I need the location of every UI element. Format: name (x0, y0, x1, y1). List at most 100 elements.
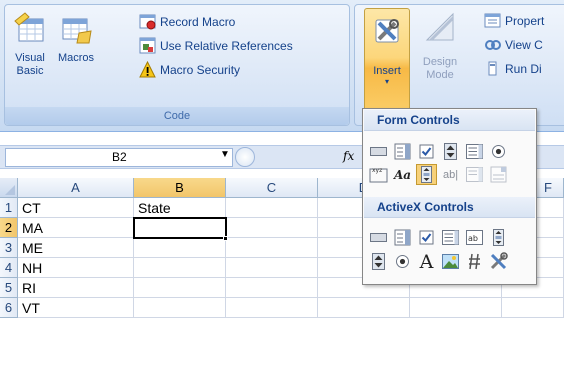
scroll-bar-icon[interactable] (416, 164, 437, 185)
column-header-c[interactable]: C (226, 178, 318, 198)
code-group: Visual Basic Macros Record Macro Use Rel… (4, 4, 350, 126)
macros-icon (62, 18, 92, 44)
group-box-icon[interactable]: xyz (368, 164, 389, 185)
cell-a5[interactable]: RI (18, 278, 134, 298)
macros-button[interactable]: Macros (53, 11, 99, 65)
visual-basic-icon (14, 12, 44, 42)
run-dialog-button[interactable]: Run Di (484, 58, 542, 79)
list-box-icon[interactable] (464, 141, 485, 162)
image-icon[interactable] (440, 251, 461, 272)
check-box-icon[interactable] (416, 141, 437, 162)
tools-icon (375, 19, 399, 43)
cell-d6[interactable] (318, 298, 410, 318)
properties-icon (484, 13, 501, 28)
chevron-down-icon[interactable]: ▼ (220, 149, 230, 160)
cell-b5[interactable] (134, 278, 226, 298)
cell-a4[interactable]: NH (18, 258, 134, 278)
button-icon[interactable] (368, 141, 389, 162)
option-button-icon[interactable] (488, 141, 509, 162)
label-glyph: Aa (393, 167, 412, 182)
visual-basic-label-2: Basic (16, 65, 44, 77)
cell-a2[interactable]: MA (18, 218, 134, 238)
svg-text:ab: ab (468, 234, 478, 243)
svg-text:xyz: xyz (372, 167, 382, 174)
text-field-icon[interactable]: ab| (440, 164, 461, 185)
warning-icon (139, 61, 156, 78)
design-mode-button[interactable]: Design Mode (418, 8, 462, 82)
code-group-label: Code (5, 107, 349, 125)
row-header-3[interactable]: 3 (0, 238, 18, 258)
more-controls-icon[interactable] (488, 251, 509, 272)
visual-basic-button[interactable]: Visual Basic (9, 11, 51, 78)
text-field-glyph: ab| (442, 168, 459, 181)
insert-label: Insert (373, 65, 401, 77)
combo-drop-down-edit-icon[interactable] (488, 164, 509, 185)
run-dialog-label: Run Di (505, 61, 542, 76)
view-code-button[interactable]: View C (484, 34, 543, 55)
activex-label-icon[interactable]: A (416, 250, 437, 273)
spin-button-icon[interactable] (440, 141, 461, 162)
cell-e6[interactable] (410, 298, 502, 318)
relative-references-label: Use Relative References (160, 38, 293, 53)
design-mode-icon (425, 12, 455, 42)
record-macro-label: Record Macro (160, 14, 236, 29)
column-header-b[interactable]: B (134, 178, 226, 198)
visual-basic-label-1: Visual (15, 52, 45, 64)
activex-controls-heading: ActiveX Controls (364, 197, 535, 218)
cell-c4[interactable] (226, 258, 318, 278)
record-macro-icon (139, 14, 156, 30)
cell-c3[interactable] (226, 238, 318, 258)
view-code-label: View C (505, 37, 543, 52)
activex-scroll-bar-icon[interactable] (488, 227, 509, 248)
row-header-6[interactable]: 6 (0, 298, 18, 318)
combo-box-icon[interactable] (392, 141, 413, 162)
design-mode-label-2: Mode (426, 69, 454, 81)
macro-security-button[interactable]: Macro Security (139, 59, 240, 80)
run-dialog-icon (488, 61, 497, 76)
toggle-button-icon[interactable] (464, 251, 485, 272)
use-relative-references-button[interactable]: Use Relative References (139, 35, 293, 56)
fill-handle[interactable] (223, 236, 228, 241)
insert-controls-button[interactable]: Insert ▾ (364, 8, 410, 118)
cell-c5[interactable] (226, 278, 318, 298)
name-box-value: B2 (112, 150, 127, 164)
insert-function-button[interactable]: fx (343, 149, 354, 163)
cell-c6[interactable] (226, 298, 318, 318)
combo-list-edit-icon[interactable] (464, 164, 485, 185)
row-header-2[interactable]: 2 (0, 218, 18, 238)
macros-label: Macros (57, 52, 95, 64)
cell-b1[interactable]: State (134, 198, 226, 218)
properties-label: Propert (505, 13, 545, 28)
activex-check-box-icon[interactable] (416, 227, 437, 248)
activex-spin-button-icon[interactable] (368, 251, 389, 272)
cell-a6[interactable]: VT (18, 298, 134, 318)
cell-b4[interactable] (134, 258, 226, 278)
insert-controls-menu: Form Controls xyz Aa ab| ActiveX Control… (362, 108, 537, 285)
activex-option-button-icon[interactable] (392, 251, 413, 272)
record-macro-button[interactable]: Record Macro (139, 11, 235, 32)
command-button-icon[interactable] (368, 227, 389, 248)
chevron-down-icon: ▾ (384, 77, 389, 86)
column-header-a[interactable]: A (18, 178, 134, 198)
cell-f6[interactable] (502, 298, 564, 318)
activex-combo-box-icon[interactable] (392, 227, 413, 248)
cell-a1[interactable]: CT (18, 198, 134, 218)
activex-text-box-icon[interactable]: ab (464, 227, 485, 248)
properties-button[interactable]: Propert (484, 10, 544, 31)
cell-c1[interactable] (226, 198, 318, 218)
cell-a3[interactable]: ME (18, 238, 134, 258)
label-icon[interactable]: Aa (392, 164, 413, 185)
cell-b6[interactable] (134, 298, 226, 318)
name-box[interactable]: B2 ▼ (5, 148, 233, 167)
cell-c2[interactable] (226, 218, 318, 238)
row-header-5[interactable]: 5 (0, 278, 18, 298)
relative-references-icon (139, 37, 156, 54)
row-header-1[interactable]: 1 (0, 198, 18, 218)
activex-label-glyph: A (419, 250, 434, 273)
activex-list-box-icon[interactable] (440, 227, 461, 248)
row-header-4[interactable]: 4 (0, 258, 18, 278)
formula-expand-button[interactable] (235, 147, 255, 167)
form-controls-heading: Form Controls (364, 110, 535, 131)
cell-b3[interactable] (134, 238, 226, 258)
select-all-button[interactable] (0, 178, 18, 198)
